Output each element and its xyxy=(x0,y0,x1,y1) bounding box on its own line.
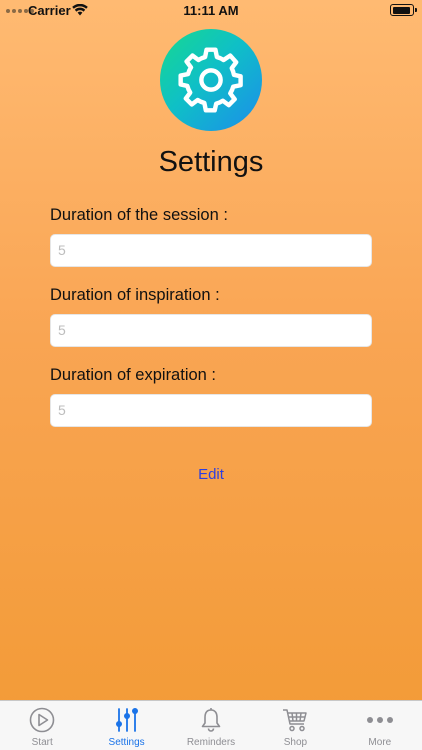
tab-reminders-label: Reminders xyxy=(186,737,236,748)
sliders-icon xyxy=(114,707,140,738)
tab-more[interactable]: More xyxy=(338,701,422,750)
expiration-duration-field[interactable]: 5 xyxy=(50,394,372,427)
gear-icon xyxy=(178,47,243,113)
tab-more-label: More xyxy=(368,737,392,748)
tab-settings[interactable]: Settings xyxy=(84,701,168,750)
tab-start[interactable]: Start xyxy=(0,701,84,750)
more-dots-icon xyxy=(366,707,394,738)
cart-icon xyxy=(281,707,309,738)
session-duration-field[interactable]: 5 xyxy=(50,234,372,267)
expiration-duration-label: Duration of expiration : xyxy=(50,366,217,384)
tab-reminders[interactable]: Reminders xyxy=(169,701,253,750)
tab-start-label: Start xyxy=(31,737,53,748)
inspiration-duration-field[interactable]: 5 xyxy=(50,314,372,347)
tab-shop[interactable]: Shop xyxy=(253,701,337,750)
session-duration-label: Duration of the session : xyxy=(50,206,228,224)
tab-shop-label: Shop xyxy=(283,737,308,748)
settings-logo xyxy=(160,29,262,131)
edit-button[interactable]: Edit xyxy=(0,466,422,483)
status-time: 11:11 AM xyxy=(183,3,239,18)
status-bar: Carrier 11:11 AM xyxy=(0,0,422,22)
inspiration-duration-label: Duration of inspiration : xyxy=(50,286,220,304)
play-circle-icon xyxy=(29,707,55,738)
tab-settings-label: Settings xyxy=(108,737,145,748)
tab-bar: Start Settings Reminders Shop More xyxy=(0,700,422,750)
bell-icon xyxy=(198,707,224,738)
page-title: Settings xyxy=(158,146,264,178)
battery-icon xyxy=(390,4,417,16)
